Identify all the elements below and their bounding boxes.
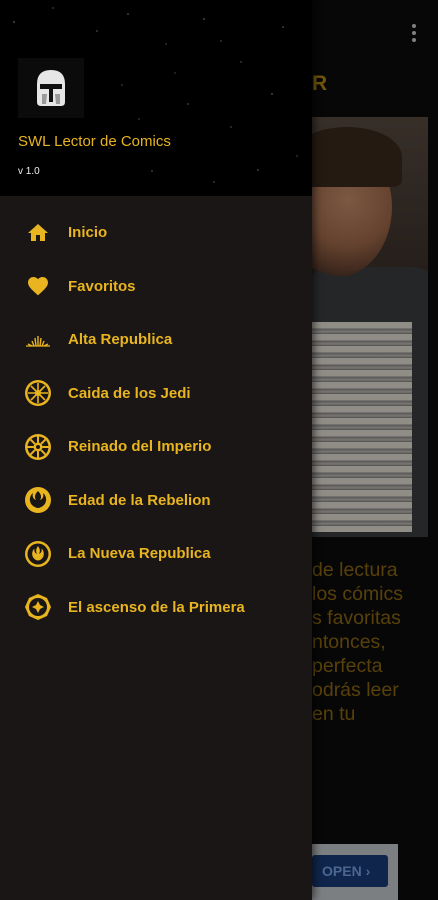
menu-item-inicio[interactable]: Inicio: [0, 206, 312, 260]
menu-item-label: Edad de la Rebelion: [68, 491, 211, 509]
menu-item-caida-de-los-jedi[interactable]: Caida de los Jedi: [0, 367, 312, 421]
home-icon: [24, 219, 52, 247]
menu-item-label: Alta Republica: [68, 331, 173, 349]
menu-item-favoritos[interactable]: Favoritos: [0, 260, 312, 314]
menu-item-label: Favoritos: [68, 277, 136, 295]
new-republic-emblem-icon: [24, 540, 52, 568]
menu-item-label: El ascenso de la Primera: [68, 598, 245, 616]
high-republic-icon: [24, 326, 52, 354]
menu-item-edad-de-la-rebelion[interactable]: Edad de la Rebelion: [0, 474, 312, 528]
mandalorian-helmet-icon: [18, 58, 84, 118]
menu-item-la-nueva-republica[interactable]: La Nueva Republica: [0, 527, 312, 581]
heart-icon: [24, 272, 52, 300]
navigation-drawer: SWL Lector de Comics v 1.0 Inicio Favori…: [0, 0, 312, 900]
menu-item-label: Reinado del Imperio: [68, 438, 212, 456]
rebel-emblem-icon: [24, 486, 52, 514]
menu-item-reinado-del-imperio[interactable]: Reinado del Imperio: [0, 420, 312, 474]
menu-item-label: La Nueva Republica: [68, 545, 211, 563]
menu-item-label: Caida de los Jedi: [68, 384, 191, 402]
drawer-header: SWL Lector de Comics v 1.0: [0, 0, 312, 196]
republic-emblem-icon: [24, 379, 52, 407]
menu-item-el-ascenso-de-la-primera[interactable]: El ascenso de la Primera: [0, 581, 312, 635]
app-name: SWL Lector de Comics: [18, 133, 171, 150]
first-order-emblem-icon: [24, 593, 52, 621]
empire-emblem-icon: [24, 433, 52, 461]
menu-item-label: Inicio: [68, 224, 108, 242]
menu-item-alta-republica[interactable]: Alta Republica: [0, 313, 312, 367]
drawer-menu: Inicio Favoritos Alta Republica Caida de…: [0, 206, 312, 634]
app-version: v 1.0: [18, 166, 40, 177]
